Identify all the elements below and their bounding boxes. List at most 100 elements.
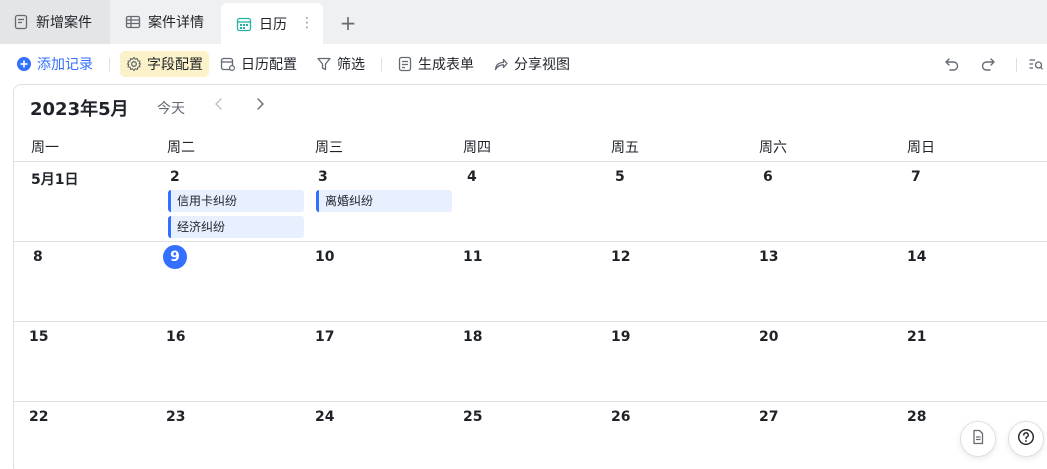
gear-icon	[126, 56, 142, 72]
help-icon	[1017, 428, 1035, 450]
share-view-label: 分享视图	[514, 57, 570, 73]
redo-button[interactable]	[980, 51, 1001, 77]
calendar-event[interactable]: 经济纠纷	[168, 216, 304, 238]
weekday-label: 周四	[463, 140, 491, 156]
search-button[interactable]	[1028, 51, 1047, 77]
calendar-title: 2023年5月	[30, 99, 129, 120]
generate-form-label: 生成表单	[418, 57, 474, 73]
view-tab-bar: 新增案件 案件详情 日历 ⋮ +	[0, 0, 1047, 44]
tab-new-case[interactable]: 新增案件	[0, 0, 110, 44]
calendar-day-cell[interactable]: 13	[749, 242, 897, 322]
day-number: 11	[463, 249, 483, 265]
day-number: 14	[907, 249, 927, 265]
calendar-week-row: 8 9 10 11 12 13 14	[14, 242, 1047, 322]
day-number: 5月1日	[31, 172, 79, 188]
calendar-week-row: 22 23 24 25 26 27 28	[14, 402, 1047, 469]
add-record-button[interactable]: 添加记录	[16, 51, 93, 77]
calendar-day-cell[interactable]: 8	[14, 242, 157, 322]
filter-button[interactable]: 筛选	[316, 51, 365, 77]
tab-calendar[interactable]: 日历 ⋮	[221, 3, 323, 44]
calendar-week-row: 15 16 17 18 19 20 21	[14, 322, 1047, 402]
calendar-header: 2023年5月 今天	[14, 85, 1047, 129]
filter-label: 筛选	[337, 57, 365, 73]
chevron-right-icon[interactable]	[254, 96, 266, 116]
calendar-day-cell[interactable]: 5	[601, 162, 749, 242]
calendar-day-cell[interactable]: 27	[749, 402, 897, 469]
calendar-day-cell[interactable]: 15	[14, 322, 157, 402]
calendar-day-cell[interactable]: 24	[305, 402, 453, 469]
calendar-day-cell[interactable]: 25	[453, 402, 601, 469]
tab-label: 案件详情	[148, 15, 204, 31]
day-number: 23	[166, 409, 186, 425]
day-number: 5	[615, 169, 625, 185]
day-number: 16	[166, 329, 186, 345]
help-button[interactable]	[1008, 421, 1044, 457]
generate-form-button[interactable]: 生成表单	[397, 51, 474, 77]
more-icon[interactable]: ⋮	[300, 15, 314, 31]
today-marker: 9	[163, 245, 187, 269]
undo-button[interactable]	[944, 51, 965, 77]
weekday-label: 周日	[907, 140, 935, 156]
day-number: 4	[467, 169, 477, 185]
day-number: 15	[29, 329, 49, 345]
calendar-day-cell[interactable]: 7	[897, 162, 1045, 242]
calendar-day-cell[interactable]: 6	[749, 162, 897, 242]
add-record-label: 添加记录	[37, 57, 93, 73]
day-number: 10	[315, 249, 335, 265]
weekday-label: 周三	[315, 140, 343, 156]
weekday-label: 周六	[759, 140, 787, 156]
calendar-day-cell[interactable]: 17	[305, 322, 453, 402]
calendar-day-cell[interactable]: 5月1日	[14, 162, 157, 242]
calendar-settings-icon	[220, 56, 236, 72]
day-number: 28	[907, 409, 927, 425]
redo-icon	[980, 56, 996, 72]
search-icon	[1028, 56, 1044, 72]
field-config-label: 字段配置	[147, 57, 203, 73]
calendar-day-cell[interactable]: 2 信用卡纠纷 经济纠纷	[157, 162, 305, 242]
calendar-event[interactable]: 离婚纠纷	[316, 190, 452, 212]
calendar-day-cell[interactable]: 20	[749, 322, 897, 402]
day-number: 27	[759, 409, 779, 425]
tab-case-detail[interactable]: 案件详情	[110, 0, 218, 44]
calendar-config-button[interactable]: 日历配置	[220, 51, 297, 77]
calendar-day-cell[interactable]: 9	[157, 242, 305, 322]
calendar-day-cell[interactable]: 10	[305, 242, 453, 322]
weekday-label: 周一	[31, 140, 59, 156]
toolbar-divider	[109, 58, 110, 72]
calendar-config-label: 日历配置	[241, 57, 297, 73]
calendar-day-cell[interactable]: 21	[897, 322, 1045, 402]
calendar-day-cell[interactable]: 18	[453, 322, 601, 402]
day-number: 12	[611, 249, 631, 265]
chevron-left-icon[interactable]	[213, 96, 225, 116]
document-button[interactable]	[960, 421, 996, 457]
tab-label: 日历	[259, 16, 287, 33]
calendar-day-cell[interactable]: 12	[601, 242, 749, 322]
day-number: 19	[611, 329, 631, 345]
weekday-header: 周一 周二 周三 周四 周五 周六 周日	[14, 129, 1047, 162]
calendar-day-cell[interactable]: 3 离婚纠纷	[305, 162, 453, 242]
toolbar-divider	[1016, 58, 1017, 72]
calendar-event[interactable]: 信用卡纠纷	[168, 190, 304, 212]
calendar-day-cell[interactable]: 16	[157, 322, 305, 402]
calendar-day-cell[interactable]: 4	[453, 162, 601, 242]
calendar-icon	[236, 16, 252, 32]
today-button[interactable]: 今天	[157, 98, 185, 118]
calendar-day-cell[interactable]: 14	[897, 242, 1045, 322]
add-view-button[interactable]: +	[336, 11, 360, 35]
toolbar-divider	[381, 58, 382, 72]
calendar-day-cell[interactable]: 23	[157, 402, 305, 469]
day-number: 6	[763, 169, 773, 185]
day-number: 25	[463, 409, 483, 425]
form-icon	[13, 14, 29, 30]
share-view-button[interactable]: 分享视图	[493, 51, 570, 77]
field-config-button[interactable]: 字段配置	[120, 51, 209, 77]
calendar-day-cell[interactable]: 11	[453, 242, 601, 322]
filter-icon	[316, 56, 332, 72]
calendar-day-cell[interactable]: 26	[601, 402, 749, 469]
tab-label: 新增案件	[36, 15, 92, 31]
calendar-day-cell[interactable]: 19	[601, 322, 749, 402]
day-number: 21	[907, 329, 927, 345]
view-toolbar: 添加记录 字段配置 日历配置 筛选 生成表单 分享视图	[0, 44, 1047, 84]
day-number: 3	[318, 169, 328, 185]
calendar-day-cell[interactable]: 22	[14, 402, 157, 469]
